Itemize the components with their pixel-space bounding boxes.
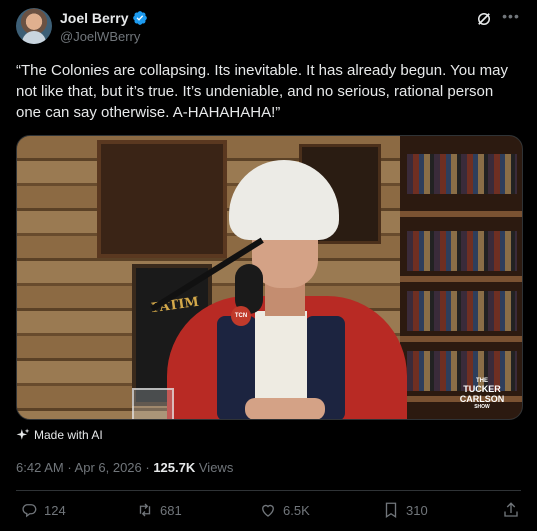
grok-icon[interactable] [475,10,493,28]
tweet-text: “The Colonies are collapsing. Its inevit… [16,62,508,121]
shelf [400,211,522,217]
tweet-header: Joel Berry @JoelWBerry ••• [16,8,521,48]
bookmark-count: 310 [406,502,428,518]
repost-count: 681 [160,502,182,518]
views-count: 125.7K [153,460,196,475]
tweet-time[interactable]: 6:42 AM [16,460,64,475]
books [407,154,517,194]
watermark-show: SHOW [474,404,490,410]
author-name-row: Joel Berry [60,10,148,26]
books [407,231,517,271]
water-glass [132,388,174,419]
divider [16,490,521,491]
tweet-date[interactable]: Apr 6, 2026 [75,460,142,475]
reply-button[interactable]: 124 [20,501,66,519]
meta-separator: · [63,460,75,475]
views-label: Views [198,460,234,475]
shelf [400,336,522,342]
tweet-video[interactable]: FATIM TCN THE TUCKER CARLSON SHOW [16,135,523,420]
share-button[interactable] [502,501,520,519]
reply-icon [22,504,37,518]
watermark-tucker: TUCKER [463,384,501,394]
show-watermark: THE TUCKER CARLSON SHOW [442,378,522,416]
share-icon [504,502,518,517]
avatar[interactable] [16,8,52,44]
like-button[interactable]: 6.5K [259,501,310,519]
action-bar: 124 681 6.5K 310 [16,501,521,525]
watermark-carlson: CARLSON [459,394,505,404]
like-count: 6.5K [283,502,310,518]
made-with-ai-label[interactable]: Made with AI [16,428,103,442]
author-handle[interactable]: @JoelWBerry [60,29,140,44]
tweet-meta: 6:42 AM · Apr 6, 2026 · 125.7K Views [16,460,233,475]
more-icon[interactable]: ••• [501,8,521,28]
wall-painting [97,140,227,258]
author-name[interactable]: Joel Berry [60,10,128,26]
made-with-ai-text: Made with AI [34,428,103,442]
like-icon [262,504,274,517]
bookmark-icon [385,502,397,519]
meta-separator: · [141,460,154,475]
hands [245,398,325,419]
shelf [400,276,522,282]
sparkle-icon [16,428,30,440]
repost-icon [139,503,151,517]
repost-button[interactable]: 681 [136,501,182,519]
reply-count: 124 [44,502,66,518]
verified-badge-icon [133,11,148,25]
books [407,291,517,331]
mic-tag: TCN [231,306,251,326]
bookmark-button[interactable]: 310 [382,501,428,519]
